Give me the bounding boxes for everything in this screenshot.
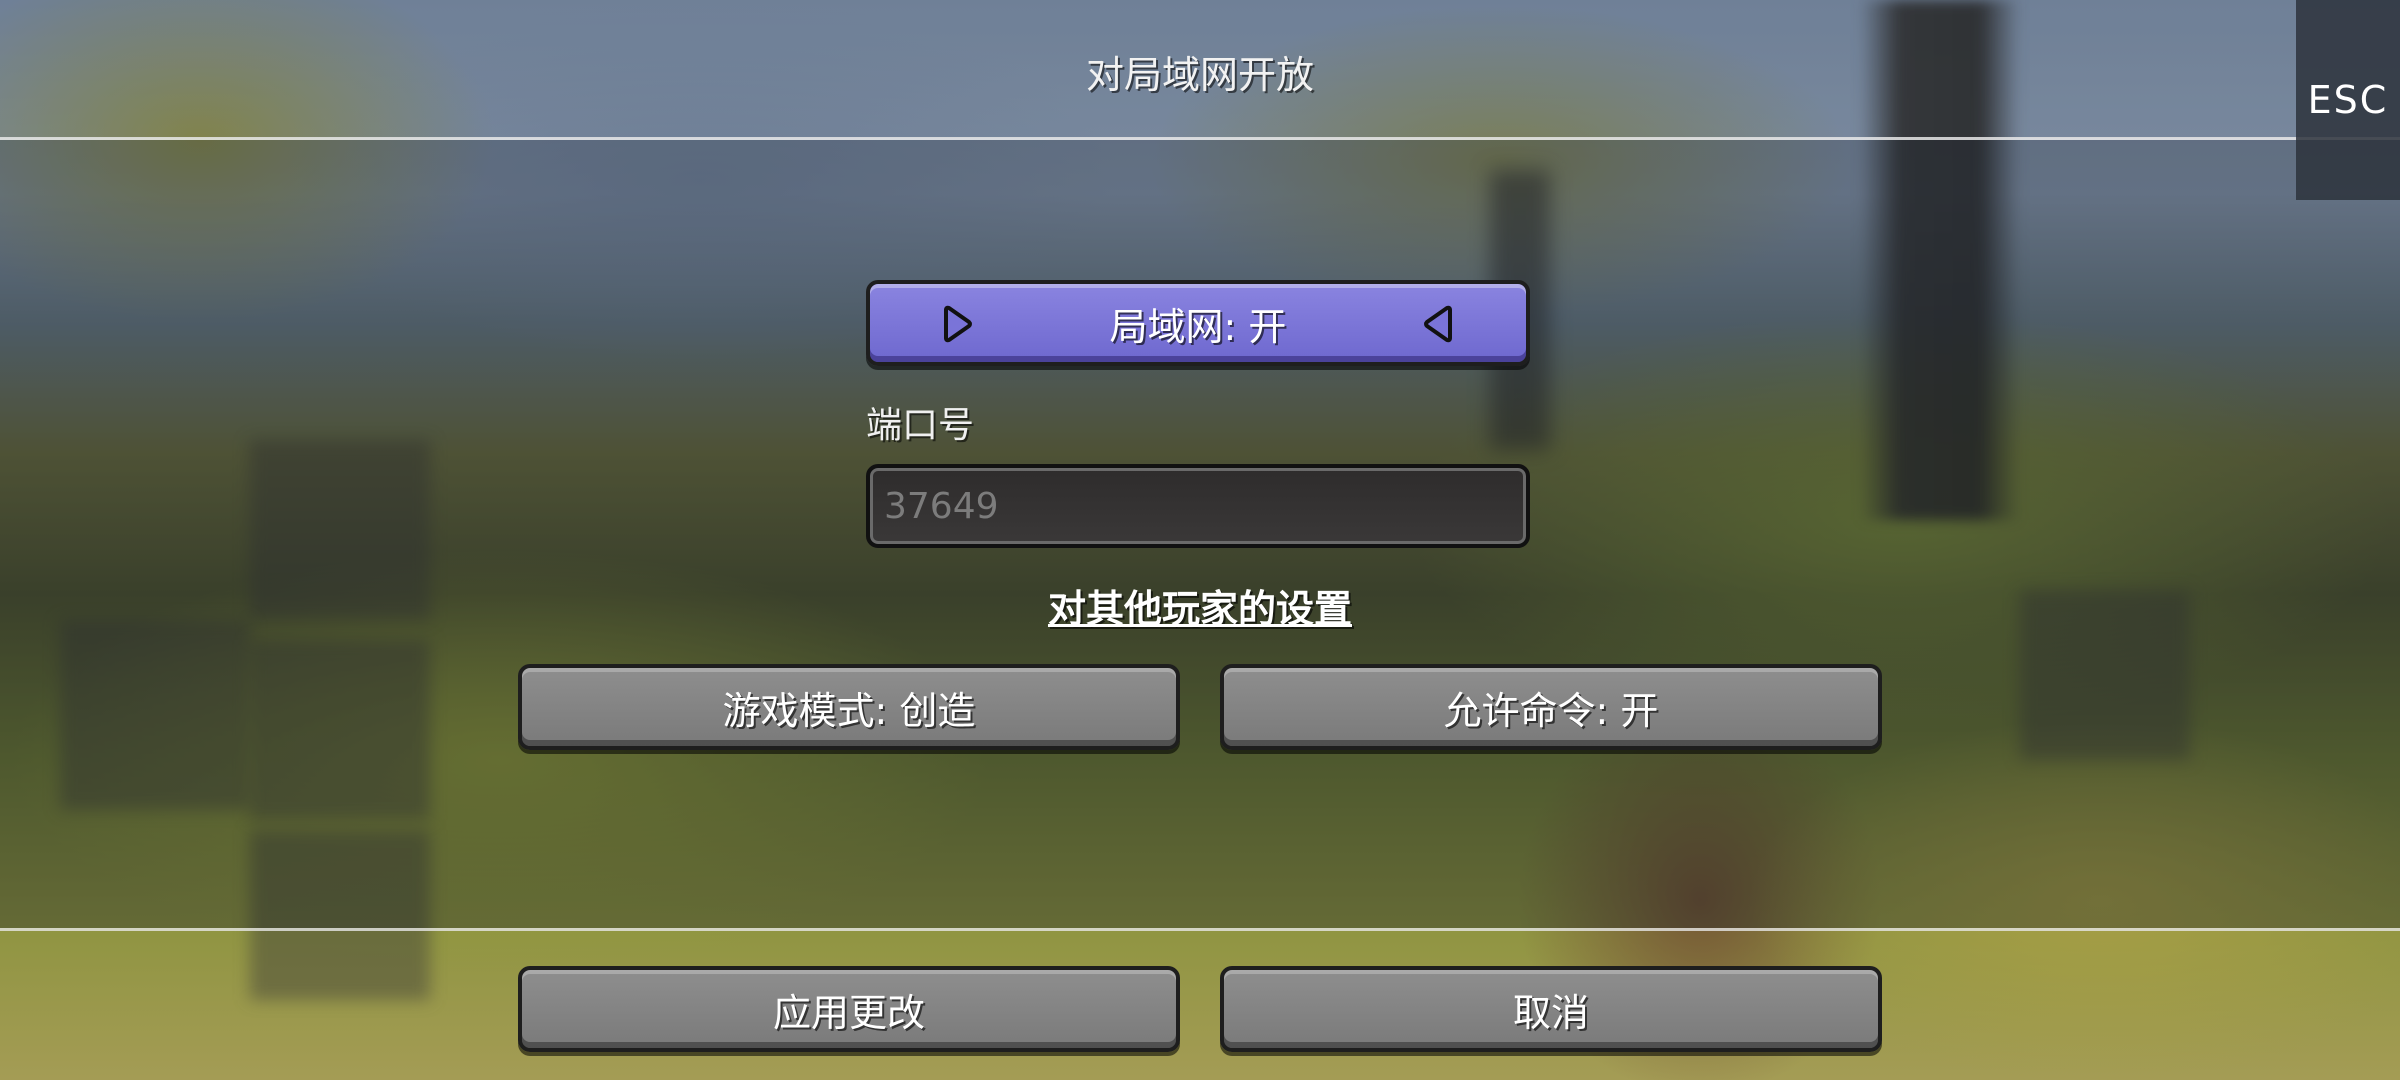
allow-commands-label: 允许命令: 开 bbox=[1443, 688, 1659, 733]
lan-toggle[interactable]: 局域网: 开 bbox=[866, 280, 1530, 366]
cancel-label: 取消 bbox=[1512, 990, 1589, 1035]
lan-toggle-label: 局域网: 开 bbox=[1109, 304, 1287, 349]
port-input[interactable]: 37649 bbox=[866, 464, 1530, 548]
play-right-icon bbox=[936, 304, 976, 344]
game-mode-label: 游戏模式: 创造 bbox=[722, 688, 976, 733]
cancel-button[interactable]: 取消 bbox=[1220, 966, 1882, 1052]
game-mode-button[interactable]: 游戏模式: 创造 bbox=[518, 664, 1180, 750]
header-divider bbox=[0, 137, 2400, 140]
apply-changes-label: 应用更改 bbox=[772, 990, 925, 1035]
game-background: 对局域网开放 ESC 局域网: 开 端口号 37649 对其他玩家的设置 游戏模… bbox=[0, 0, 2400, 1080]
page-title: 对局域网开放 bbox=[1085, 53, 1314, 97]
esc-button[interactable]: ESC bbox=[2296, 0, 2400, 200]
footer-divider bbox=[0, 928, 2400, 931]
port-input-placeholder: 37649 bbox=[884, 485, 999, 527]
apply-changes-button[interactable]: 应用更改 bbox=[518, 966, 1180, 1052]
play-left-icon bbox=[1420, 304, 1460, 344]
port-label: 端口号 bbox=[866, 405, 975, 446]
other-players-settings-heading: 对其他玩家的设置 bbox=[1047, 587, 1352, 631]
allow-commands-button[interactable]: 允许命令: 开 bbox=[1220, 664, 1882, 750]
